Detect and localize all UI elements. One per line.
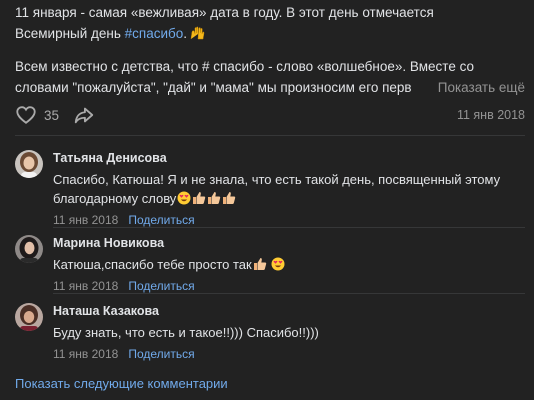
heart-eyes-emoji-icon	[271, 257, 285, 271]
comment-date[interactable]: 11 янв 2018	[53, 279, 118, 293]
comment-separator	[53, 293, 525, 294]
avatar[interactable]	[15, 303, 43, 331]
comment-meta: 11 янв 2018 Поделиться	[53, 346, 523, 362]
post-page: 11 января - самая «вежливая» дата в году…	[0, 0, 534, 400]
comment-author[interactable]: Марина Новикова	[53, 235, 523, 251]
avatar-photo-icon	[15, 150, 43, 178]
comment-separator	[53, 227, 525, 228]
avatar-photo-icon	[15, 303, 43, 331]
comment-share-link[interactable]: Поделиться	[128, 279, 194, 293]
hashtag-link[interactable]: #спасибо	[125, 26, 184, 41]
avatar[interactable]	[15, 235, 43, 263]
comment-author[interactable]: Татьяна Денисова	[53, 150, 523, 166]
comment-text: Буду знать, что есть и такое!!))) Спасиб…	[53, 323, 523, 342]
comment-meta: 11 янв 2018 Поделиться	[53, 278, 523, 294]
comment-text-line-2: благодарному слову	[53, 191, 177, 206]
heart-icon	[16, 106, 36, 124]
post-line-2: Всемирный день	[15, 26, 125, 41]
post-divider	[15, 135, 525, 136]
thumbs-up-emoji-icon	[208, 192, 221, 204]
comment-date[interactable]: 11 янв 2018	[53, 347, 118, 361]
avatar[interactable]	[15, 150, 43, 178]
post-actions-bar: 35 11 янв 2018	[15, 102, 525, 128]
post-paragraph-2: Всем известно с детства, что # спасибо -…	[15, 56, 525, 98]
post-line-1: 11 января - самая «вежливая» дата в году…	[15, 5, 434, 20]
like-button[interactable]: 35	[15, 104, 59, 126]
comment-body: Наташа Казакова Буду знать, что есть и т…	[53, 303, 523, 362]
comment-author[interactable]: Наташа Казакова	[53, 303, 523, 319]
avatar-photo-icon	[15, 235, 43, 263]
comment-text-line-1: Катюша,спасибо тебе просто так	[53, 257, 252, 272]
comment-text: Катюша,спасибо тебе просто так	[53, 255, 523, 274]
post-date[interactable]: 11 янв 2018	[457, 108, 525, 122]
raising-hands-emoji-icon	[190, 26, 205, 40]
comment-text-line-1: Спасибо, Катюша! Я и не знала, что есть …	[53, 172, 501, 187]
hashtag-suffix: .	[183, 26, 188, 41]
show-more-comments-link[interactable]: Показать следующие комментарии	[15, 376, 228, 391]
post-text: 11 января - самая «вежливая» дата в году…	[15, 2, 525, 98]
post-line-4: словами "пожалуйста", "дай" и "мама" мы …	[15, 80, 412, 95]
like-count: 35	[44, 107, 60, 123]
comment-body: Татьяна Денисова Спасибо, Катюша! Я и не…	[53, 150, 523, 228]
thumbs-up-emoji-icon	[193, 192, 206, 204]
thumbs-up-emoji-icon	[223, 192, 236, 204]
comment-share-link[interactable]: Поделиться	[128, 213, 194, 227]
thumbs-up-emoji-icon	[253, 258, 266, 270]
share-button[interactable]	[73, 104, 95, 126]
comment-date[interactable]: 11 янв 2018	[53, 213, 118, 227]
share-arrow-icon	[74, 107, 94, 124]
comment-meta: 11 янв 2018 Поделиться	[53, 212, 523, 228]
comment-share-link[interactable]: Поделиться	[128, 347, 194, 361]
post-line-4-wrapper: словами "пожалуйста", "дай" и "мама" мы …	[15, 77, 525, 98]
heart-eyes-emoji-icon	[177, 191, 191, 205]
show-more-link[interactable]: Показать ещё	[409, 77, 525, 98]
comment-body: Марина Новикова Катюша,спасибо тебе прос…	[53, 235, 523, 294]
comment-text-line-1: Буду знать, что есть и такое!!))) Спасиб…	[53, 325, 319, 340]
post-line-3: Всем известно с детства, что # спасибо -…	[15, 59, 474, 74]
post-paragraph-1: 11 января - самая «вежливая» дата в году…	[15, 2, 525, 44]
comment-text: Спасибо, Катюша! Я и не знала, что есть …	[53, 170, 523, 208]
